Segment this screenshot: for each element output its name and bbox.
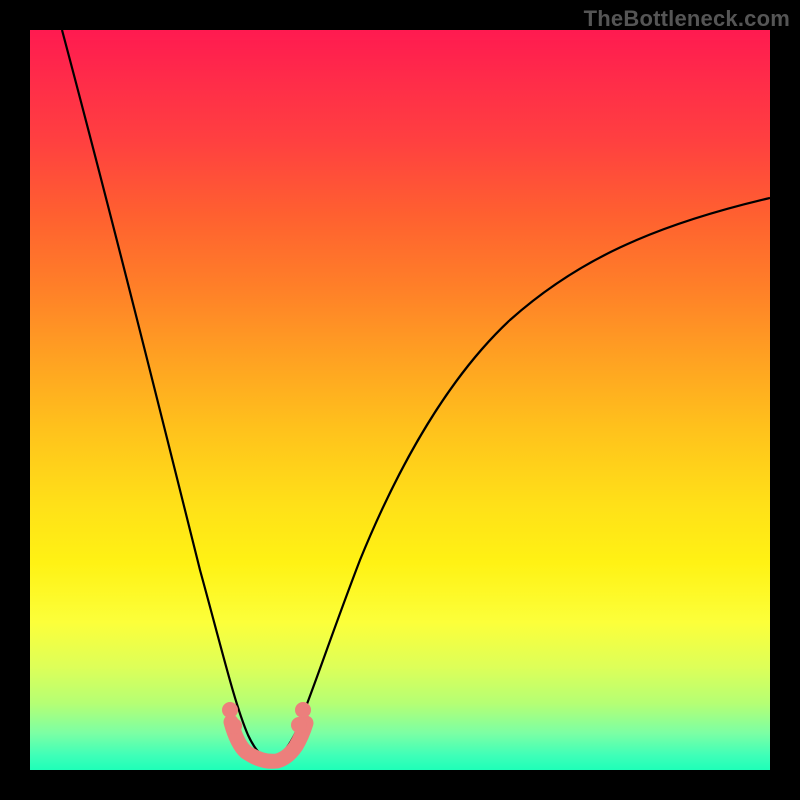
marker-dot-right-lower	[291, 717, 307, 733]
marker-dot-left-upper	[222, 702, 238, 718]
chart-svg	[30, 30, 770, 770]
marker-dot-left-lower	[226, 718, 242, 734]
chart-plot-area	[30, 30, 770, 770]
bottleneck-curve	[62, 30, 770, 759]
marker-dot-right-upper	[295, 702, 311, 718]
watermark-text: TheBottleneck.com	[584, 6, 790, 32]
